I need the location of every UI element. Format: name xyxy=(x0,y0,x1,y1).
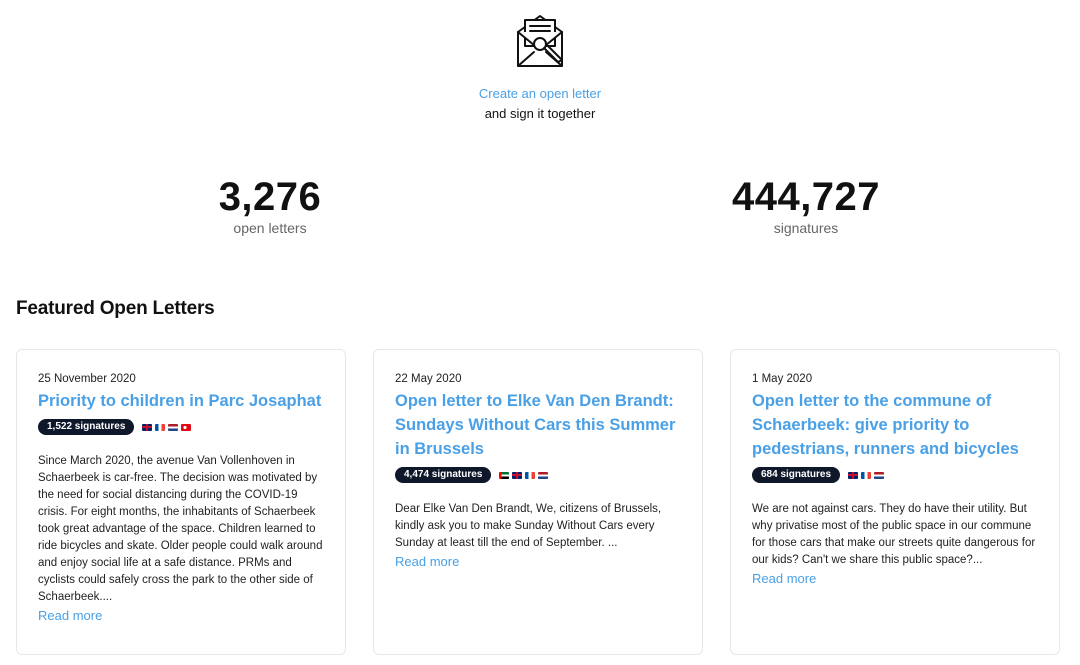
create-open-letter-link[interactable]: Create an open letter xyxy=(0,85,1080,103)
read-more-link[interactable]: Read more xyxy=(752,570,1039,588)
stat-signatures-label: signatures xyxy=(773,220,839,236)
letter-date: 1 May 2020 xyxy=(752,373,813,385)
letter-meta: 684 signatures xyxy=(752,466,1039,484)
letter-card: 22 May 2020 Open letter to Elke Van Den … xyxy=(373,349,703,655)
letter-meta: 4,474 signatures xyxy=(395,466,682,484)
flag-nl-icon xyxy=(168,423,179,431)
letter-title-link[interactable]: Open letter to the commune of Schaerbeek… xyxy=(752,389,1039,461)
stat-open-letters-value: 3,276 xyxy=(218,175,322,219)
stat-signatures: 444,727 signatures xyxy=(656,175,956,237)
letter-card: 1 May 2020 Open letter to the commune of… xyxy=(730,349,1060,655)
letter-date: 25 November 2020 xyxy=(38,373,136,385)
stat-signatures-value: 444,727 xyxy=(731,175,881,219)
flag-en-icon xyxy=(512,471,523,479)
flag-fr-icon xyxy=(525,471,536,479)
letter-title-link[interactable]: Priority to children in Parc Josaphat xyxy=(38,389,325,413)
stat-open-letters: 3,276 open letters xyxy=(120,175,420,237)
featured-heading: Featured Open Letters xyxy=(16,298,215,319)
envelope-letter-icon xyxy=(517,15,563,67)
letter-excerpt: We are not against cars. They do have th… xyxy=(752,503,1036,566)
language-flags xyxy=(848,471,885,479)
letter-date: 22 May 2020 xyxy=(395,373,462,385)
flag-tr-icon xyxy=(181,423,192,431)
signature-count-badge: 684 signatures xyxy=(752,467,841,483)
language-flags xyxy=(142,423,192,431)
read-more-link[interactable]: Read more xyxy=(395,553,682,571)
language-flags xyxy=(499,471,549,479)
letter-meta: 1,522 signatures xyxy=(38,418,325,436)
signature-count-badge: 4,474 signatures xyxy=(395,467,492,483)
letter-excerpt: Since March 2020, the avenue Van Vollenh… xyxy=(38,455,323,603)
flag-ar-icon xyxy=(499,471,510,479)
flag-en-icon xyxy=(848,471,859,479)
hero-subtitle: and sign it together xyxy=(484,106,596,121)
signature-count-badge: 1,522 signatures xyxy=(38,419,135,435)
stat-open-letters-label: open letters xyxy=(233,220,307,236)
flag-fr-icon xyxy=(155,423,166,431)
read-more-link[interactable]: Read more xyxy=(38,607,325,625)
letter-title-link[interactable]: Open letter to Elke Van Den Brandt: Sund… xyxy=(395,389,682,461)
flag-fr-icon xyxy=(861,471,872,479)
hero: Create an open letter and sign it togeth… xyxy=(0,8,1080,123)
flag-nl-icon xyxy=(874,471,885,479)
flag-nl-icon xyxy=(538,471,549,479)
letter-card: 25 November 2020 Priority to children in… xyxy=(16,349,346,655)
flag-en-icon xyxy=(142,423,153,431)
letter-excerpt: Dear Elke Van Den Brandt, We, citizens o… xyxy=(395,503,662,549)
